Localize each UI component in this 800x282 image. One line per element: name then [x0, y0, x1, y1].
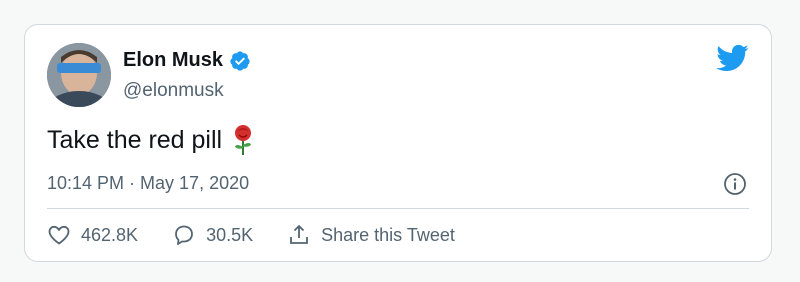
reply-count: 30.5K	[206, 224, 254, 245]
page: Elon Musk @elonmusk Take the red pill 10…	[0, 0, 800, 282]
twitter-bird-icon[interactable]	[715, 43, 749, 73]
share-icon	[290, 225, 309, 244]
author-handle[interactable]: @elonmusk	[123, 80, 224, 102]
tweet-actions: 462.8K 30.5K Share this Tweet	[47, 223, 489, 247]
reply-button[interactable]: 30.5K	[172, 223, 253, 247]
avatar[interactable]	[47, 43, 111, 107]
like-button[interactable]: 462.8K	[47, 223, 138, 247]
like-count: 462.8K	[81, 224, 139, 245]
author-name[interactable]: Elon Musk	[123, 49, 223, 72]
reply-bubble-icon	[175, 225, 193, 245]
info-icon[interactable]	[723, 172, 747, 196]
tweet-card[interactable]: Elon Musk @elonmusk Take the red pill 10…	[24, 24, 772, 262]
divider	[47, 208, 749, 209]
heart-icon	[48, 225, 70, 245]
share-label: Share this Tweet	[321, 224, 455, 245]
tweet-text: Take the red pill	[47, 125, 223, 154]
author-name-row[interactable]: Elon Musk	[123, 49, 251, 72]
tweet-timestamp[interactable]: 10:14 PM · May 17, 2020	[47, 173, 249, 194]
share-button[interactable]: Share this Tweet	[287, 223, 455, 247]
rose-emoji-icon	[232, 125, 254, 155]
tweet-text-row: Take the red pill	[47, 125, 254, 155]
verified-badge-icon	[229, 50, 251, 72]
